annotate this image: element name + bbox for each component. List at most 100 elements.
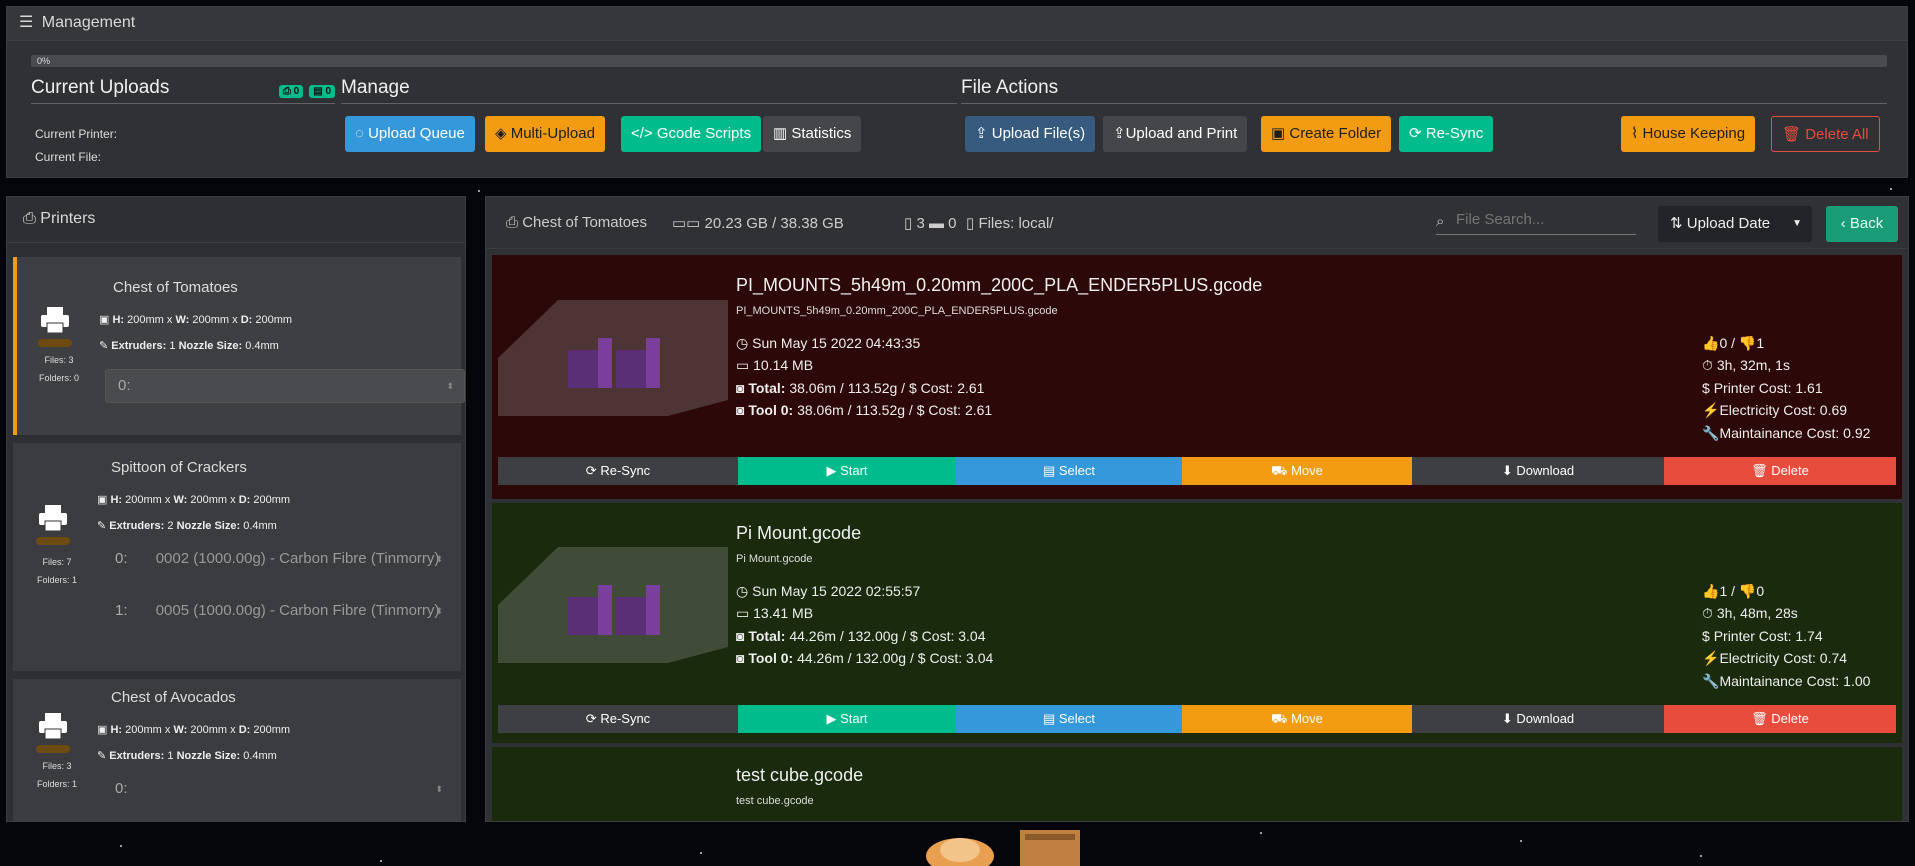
sort-dropdown[interactable]: ⇅ Upload Date ▼: [1658, 206, 1812, 242]
management-title: Management: [41, 14, 136, 31]
dollar-icon: $: [908, 380, 917, 396]
file-size: ▭ 10.14 MB: [736, 357, 814, 373]
multi-upload-button[interactable]: ◈ Multi-Upload: [485, 116, 605, 152]
thumbs-up-icon[interactable]: 👍: [1702, 583, 1719, 599]
file-search-input[interactable]: [1456, 211, 1636, 228]
file-tool0: ◙ Tool 0: 38.06m / 113.52g / $ Cost: 2.6…: [736, 402, 993, 418]
printer-dimensions: ▣ H: 200mm x W: 200mm x D: 200mm: [99, 314, 293, 326]
download-icon: ⬇: [1501, 463, 1513, 478]
chart-icon: ▥: [773, 125, 788, 142]
printer-icon: [39, 505, 67, 531]
file-subtitle: test cube.gcode: [736, 795, 814, 807]
search-icon: ⌕: [1436, 213, 1445, 230]
upload-files-button[interactable]: ⇪ Upload File(s): [965, 116, 1096, 152]
file-resync-button[interactable]: ⟳ Re-Sync: [498, 705, 738, 733]
file-maintenance-cost: 🔧Maintainance Cost: 1.00: [1702, 673, 1871, 689]
printer-card-chest-of-avocados[interactable]: Files: 3 Folders: 1 Chest of Avocados ▣ …: [13, 679, 461, 821]
file-total: ◙ Total: 44.26m / 132.00g / $ Cost: 3.04: [736, 628, 986, 644]
gcode-scripts-button[interactable]: </> Gcode Scripts: [621, 116, 762, 152]
stopwatch-icon: ⏱: [1702, 605, 1713, 621]
printer-icon: [41, 307, 69, 333]
file-select-button[interactable]: ▤ Select: [956, 457, 1182, 485]
printer-extruders: ✎ Extruders: 2 Nozzle Size: 0.4mm: [97, 520, 277, 532]
file-thumbnail: [498, 300, 728, 416]
printer-dimensions: ▣ H: 200mm x W: 200mm x D: 200mm: [97, 724, 291, 736]
printer-folders-count: Folders: 1: [36, 779, 78, 789]
list-icon: ☰: [19, 14, 34, 31]
file-subtitle: Pi Mount.gcode: [736, 553, 813, 565]
file-resync-button[interactable]: ⟳ Re-Sync: [498, 457, 738, 485]
select-arrow-icon: ⬍: [446, 381, 454, 391]
file-date: ◷ Sun May 15 2022 04:43:35: [736, 335, 921, 351]
play-icon: ▶: [826, 711, 837, 726]
pencil-icon: ✎: [97, 750, 107, 762]
house-keeping-button[interactable]: ⌇ House Keeping: [1621, 116, 1756, 152]
printer-name: Chest of Tomatoes: [113, 279, 238, 296]
dollar-icon: $: [916, 402, 925, 418]
selected-printer-name: ⎙ Chest of Tomatoes: [506, 214, 647, 231]
thumbs-up-icon[interactable]: 👍: [1702, 335, 1719, 351]
file-delete-button[interactable]: 🗑 Delete: [1664, 705, 1896, 733]
upload-and-print-button[interactable]: ⇪Upload and Print: [1103, 116, 1248, 152]
printer-icon: ⎙: [506, 214, 519, 231]
printer-card-chest-of-tomatoes[interactable]: Files: 3 Folders: 0 Chest of Tomatoes ▣ …: [13, 257, 465, 435]
dollar-icon: $: [1702, 628, 1710, 644]
upload-print-icon: ⇪: [1113, 125, 1126, 142]
weight-icon: ◙: [736, 402, 745, 418]
thumbs-down-icon[interactable]: 👎: [1739, 335, 1756, 351]
file-move-button[interactable]: ⛟ Move: [1182, 705, 1412, 733]
trash-icon: 🗑: [1751, 711, 1768, 726]
file-electricity-cost: ⚡Electricity Cost: 0.69: [1702, 402, 1848, 418]
file-select-button[interactable]: ▤ Select: [956, 705, 1182, 733]
chevron-down-icon: ▼: [1792, 218, 1802, 229]
file-actions: ⟳ Re-Sync ▶ Start ▤ Select ⛟ Move ⬇ Down…: [498, 457, 1896, 485]
bolt-icon: ⚡: [1702, 650, 1720, 666]
sync-icon: ⟳: [585, 711, 597, 726]
tool-0-spool-select[interactable]: 0: ⬍: [103, 773, 453, 807]
back-button[interactable]: ‹ Back: [1826, 206, 1898, 242]
dollar-icon: $: [909, 628, 918, 644]
file-row: test cube.gcode test cube.gcode: [492, 747, 1902, 821]
printer-folders-count: Folders: 1: [36, 575, 78, 585]
wrench-icon: 🔧: [1702, 425, 1720, 441]
weight-icon: ◙: [736, 628, 745, 644]
file-title: test cube.gcode: [736, 765, 864, 785]
file-printer-cost: $ Printer Cost: 1.74: [1702, 628, 1823, 644]
resync-button[interactable]: ⟳ Re-Sync: [1399, 116, 1494, 152]
wrench-icon: 🔧: [1702, 673, 1720, 689]
clock-icon: ◷: [736, 583, 749, 599]
star: [700, 852, 702, 854]
printer-card-spittoon-of-crackers[interactable]: Files: 7 Folders: 1 Spittoon of Crackers…: [13, 443, 461, 671]
printer-status-tag: [38, 339, 72, 347]
select-arrow-icon: ⬍: [435, 606, 443, 616]
create-folder-button[interactable]: ▣ Create Folder: [1261, 116, 1392, 152]
play-icon: ▶: [826, 463, 837, 478]
upload-icon: ⇪: [975, 125, 988, 142]
file-code-icon: ▯: [966, 215, 975, 232]
printer-icon: [39, 713, 67, 739]
file-delete-button[interactable]: 🗑 Delete: [1664, 457, 1896, 485]
file-move-button[interactable]: ⛟ Move: [1182, 457, 1412, 485]
tool-1-spool-select[interactable]: 1: 0005 (1000.00g) - Carbon Fibre (Tinmo…: [103, 595, 453, 629]
printer-extruders: ✎ Extruders: 1 Nozzle Size: 0.4mm: [99, 340, 279, 352]
weight-icon: ◙: [736, 380, 745, 396]
upload-queue-button[interactable]: ◌ Upload Queue: [345, 116, 475, 152]
file-thumbnail: [498, 547, 728, 663]
file-download-button[interactable]: ⬇ Download: [1412, 457, 1664, 485]
file-size: ▭ 13.41 MB: [736, 605, 814, 621]
tool-0-spool-select[interactable]: 0: ⬍: [105, 369, 465, 403]
file-search: ⌕: [1436, 211, 1636, 235]
file-votes: 👍1 / 👎0: [1702, 583, 1765, 599]
statistics-button[interactable]: ▥ Statistics: [763, 116, 862, 152]
clock-icon: ◷: [736, 335, 749, 351]
tool-0-spool-select[interactable]: 0: 0002 (1000.00g) - Carbon Fibre (Tinmo…: [103, 543, 453, 577]
thumbs-down-icon[interactable]: 👎: [1739, 583, 1756, 599]
delete-all-button[interactable]: 🗑 Delete All: [1771, 116, 1880, 152]
printer-name: Chest of Avocados: [111, 689, 236, 706]
file-download-button[interactable]: ⬇ Download: [1412, 705, 1664, 733]
cube-icon: ▣: [97, 494, 108, 506]
file-start-button[interactable]: ▶ Start: [738, 705, 956, 733]
file-start-button[interactable]: ▶ Start: [738, 457, 956, 485]
current-printer-label: Current Printer:: [35, 127, 118, 141]
printers-title: Printers: [40, 210, 96, 227]
